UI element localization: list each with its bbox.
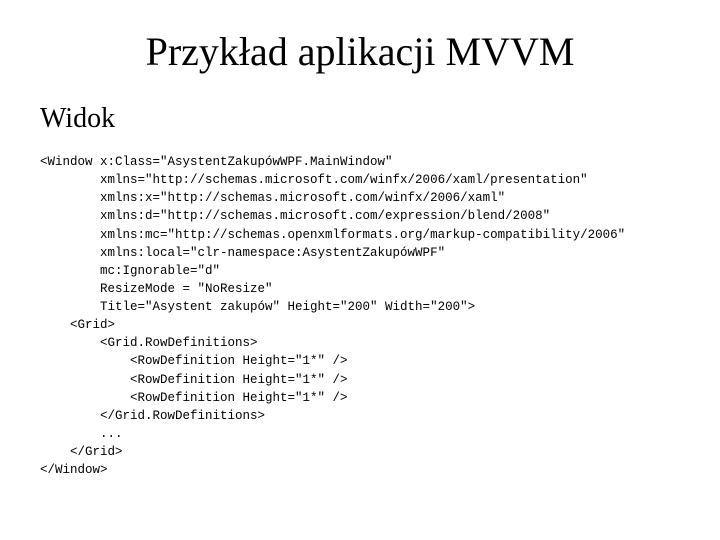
code-line: xmlns="http://schemas.microsoft.com/winf… — [40, 173, 588, 187]
code-line: <RowDefinition Height="1*" /> — [40, 354, 348, 368]
code-line: Title="Asystent zakupów" Height="200" Wi… — [40, 300, 475, 314]
code-line: ResizeMode = "NoResize" — [40, 282, 273, 296]
slide: Przykład aplikacji MVVM Widok <Window x:… — [0, 0, 720, 540]
code-line: xmlns:mc="http://schemas.openxmlformats.… — [40, 228, 625, 242]
code-line: <Window x:Class="AsystentZakupówWPF.Main… — [40, 155, 393, 169]
code-line: <RowDefinition Height="1*" /> — [40, 373, 348, 387]
code-line: </Window> — [40, 463, 108, 477]
code-line: </Grid> — [40, 445, 123, 459]
code-line: xmlns:x="http://schemas.microsoft.com/wi… — [40, 191, 505, 205]
code-line: xmlns:local="clr-namespace:AsystentZakup… — [40, 246, 445, 260]
code-line: ... — [40, 427, 123, 441]
slide-title: Przykład aplikacji MVVM — [40, 28, 680, 75]
slide-subtitle: Widok — [40, 103, 680, 135]
code-line: <Grid.RowDefinitions> — [40, 336, 258, 350]
code-line: mc:Ignorable="d" — [40, 264, 220, 278]
code-line: <RowDefinition Height="1*" /> — [40, 391, 348, 405]
code-line: </Grid.RowDefinitions> — [40, 409, 265, 423]
code-block: <Window x:Class="AsystentZakupówWPF.Main… — [40, 153, 680, 479]
code-line: <Grid> — [40, 318, 115, 332]
code-line: xmlns:d="http://schemas.microsoft.com/ex… — [40, 209, 550, 223]
